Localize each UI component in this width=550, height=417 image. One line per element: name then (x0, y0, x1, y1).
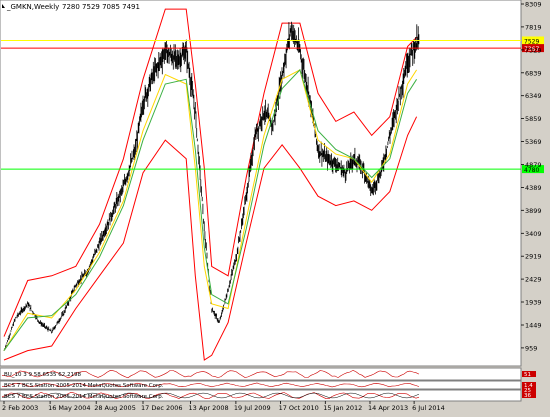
ohlc-readout: 7280 7529 7085 7491 (62, 3, 140, 11)
subpanel-label: BCS 7 BCS Station 2005-2014 MetaQuotes S… (4, 383, 164, 389)
y-tick-label: 1939 (525, 299, 542, 307)
y-tick-label: 6349 (525, 92, 542, 100)
chart-canvas[interactable]: 752973674780 830978197329683963495859536… (0, 0, 550, 413)
chart-title: _GMKN,Weekly (6, 3, 59, 11)
x-tick-label: 16 May 2004 (48, 404, 90, 412)
x-tick-label: 2 Feb 2003 (2, 404, 38, 412)
y-tick-label: 7329 (525, 46, 542, 54)
y-tick-label: 3409 (525, 230, 542, 238)
y-tick-label: 6839 (525, 69, 542, 77)
y-tick-label: 7819 (525, 23, 542, 31)
y-tick-label: 4879 (525, 161, 542, 169)
subpanel-label: BU_10 3 9 58.6535 62.2198 (4, 372, 82, 378)
y-axis: 8309 7819 7329 6839 6349 5859 5369 4879 4389 3899… (521, 1, 542, 352)
x-tick-label: 14 Apr 2013 (368, 404, 408, 412)
y-tick-label: 5859 (525, 115, 542, 123)
chart-window: 7529 7367 4780 8309 7819 7329 6839 6349 5859 536… (0, 0, 550, 413)
x-tick-label: 13 Apr 2008 (189, 404, 229, 412)
x-axis: 2 Feb 2003 16 May 2004 28 Aug 2005 17 Dec 2… (2, 401, 445, 412)
y-tick-label: 8309 (525, 1, 542, 9)
x-tick-label: 15 Jan 2012 (323, 404, 362, 412)
x-tick-label: 17 Oct 2010 (279, 404, 319, 412)
subpanel-value-label: 51 (524, 372, 531, 378)
x-tick-label: 6 Jul 2014 (412, 404, 445, 412)
x-tick-label: 17 Dec 2006 (141, 404, 183, 412)
y-tick-label: 3899 (525, 207, 542, 215)
y-tick-label: 5369 (525, 138, 542, 146)
x-tick-label: 28 Aug 2005 (94, 404, 136, 412)
subpanel-value-label: 36 (524, 393, 531, 399)
y-tick-label: 2429 (525, 276, 542, 284)
y-tick-label: 4389 (525, 184, 542, 192)
y-tick-label: 1449 (525, 322, 542, 330)
y-tick-label: 959 (525, 344, 537, 352)
x-tick-label: 19 Jul 2009 (234, 404, 271, 412)
subpanel-label: BCS 7 BCS Station 2005-2014 MetaQuotes S… (4, 394, 164, 400)
y-tick-label: 2919 (525, 253, 542, 261)
